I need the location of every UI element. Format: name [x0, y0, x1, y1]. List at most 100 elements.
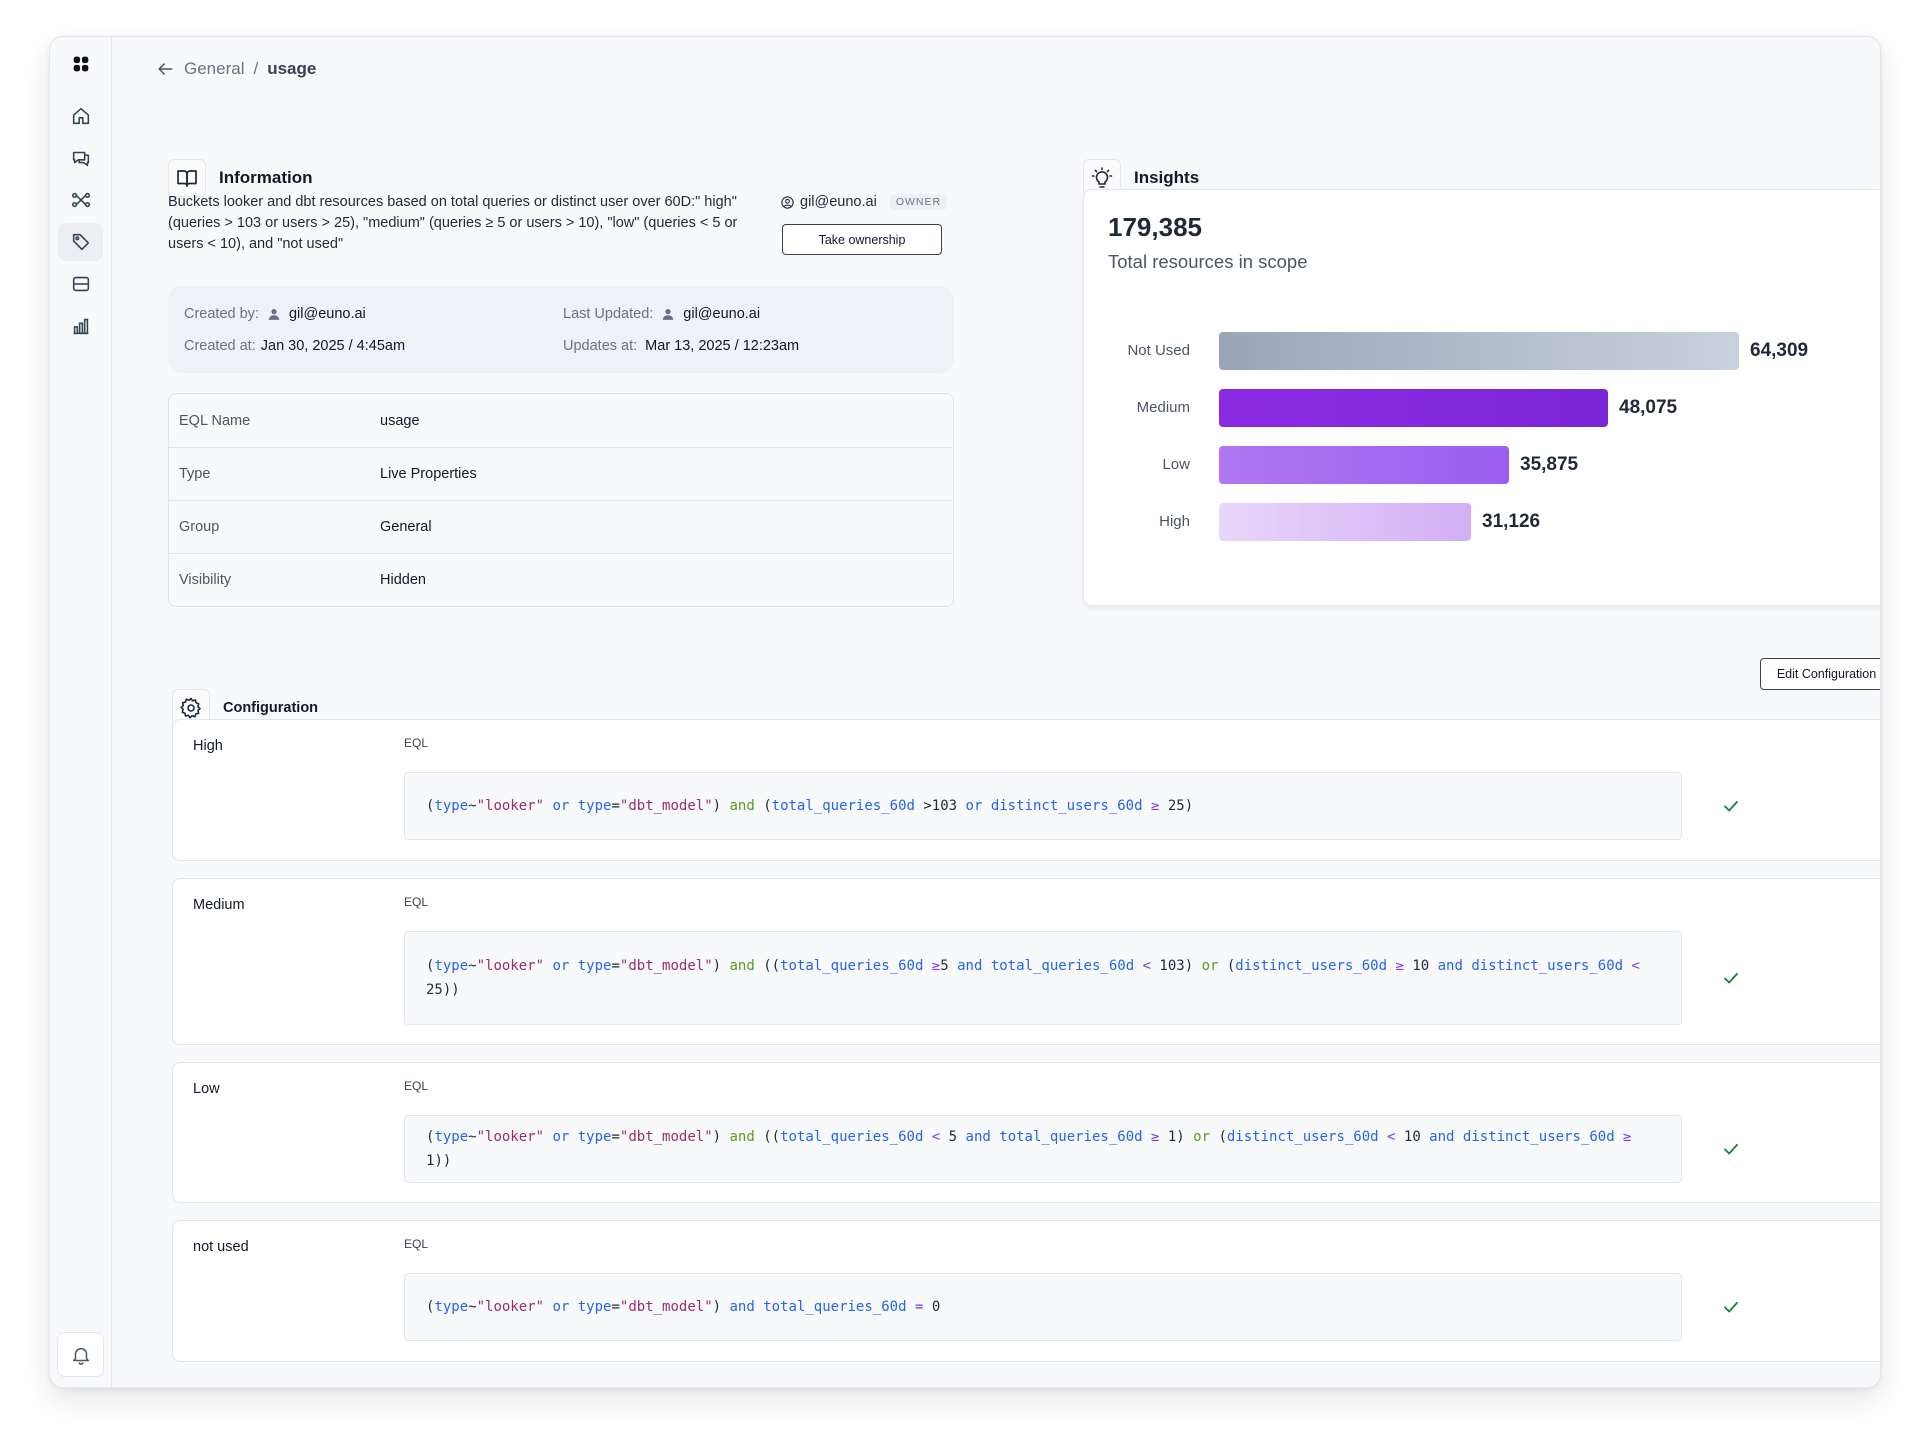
bar-value-label: 64,309: [1750, 340, 1809, 361]
code-token: type: [577, 798, 612, 814]
property-value: General: [380, 519, 432, 535]
take-ownership-button[interactable]: Take ownership: [782, 224, 942, 255]
eql-code: (type~"looker" or type="dbt_model") and …: [426, 794, 1193, 818]
breadcrumb-separator: /: [253, 59, 259, 78]
code-token: distinct_users_60d: [1235, 958, 1388, 974]
last-updated-label: Last Updated:: [563, 306, 654, 322]
eql-code-editor[interactable]: (type~"looker" or type="dbt_model") and …: [404, 1115, 1682, 1183]
code-token: 10: [1412, 958, 1430, 974]
eql-code-editor[interactable]: (type~"looker" or type="dbt_model") and …: [404, 772, 1682, 840]
table-row: EQL Name usage: [169, 394, 953, 447]
bar-label: Not Used: [1127, 342, 1190, 359]
code-token: total_queries_60d: [771, 798, 915, 814]
information-title: Information: [219, 168, 313, 187]
code-token: type: [434, 798, 469, 814]
code-token: =: [611, 958, 620, 974]
code-token: total_queries_60d: [990, 958, 1135, 974]
code-token: ): [1176, 1129, 1194, 1145]
code-token: type: [434, 958, 469, 974]
lineage-icon[interactable]: [58, 181, 103, 219]
owner-badge: OWNER: [889, 194, 948, 210]
storage-icon[interactable]: [58, 265, 103, 303]
properties-table: EQL Name usage Type Live Properties Grou…: [168, 393, 954, 607]
bar-not-used[interactable]: [1219, 332, 1739, 370]
total-resources-value: 179,385: [1108, 212, 1202, 242]
code-token: and: [729, 1299, 755, 1315]
code-token: )): [442, 982, 460, 998]
code-token: ~: [468, 958, 477, 974]
property-key: Visibility: [179, 572, 232, 588]
code-token: total_queries_60d: [763, 1299, 907, 1315]
property-key: Type: [179, 466, 211, 482]
eql-code-editor[interactable]: (type~"looker" or type="dbt_model") and …: [404, 1273, 1682, 1341]
property-key: Group: [179, 519, 220, 535]
bucket-name: Low: [193, 1081, 220, 1097]
code-token: ≥: [1142, 798, 1168, 814]
bucket-name: Medium: [193, 897, 245, 913]
metadata-panel: Created by: gil@euno.ai Created at: Jan …: [168, 286, 954, 373]
code-token: ~: [468, 1129, 477, 1145]
bar-low[interactable]: [1219, 446, 1509, 484]
home-icon[interactable]: [58, 97, 103, 135]
chat-icon[interactable]: [58, 139, 103, 177]
updates-at-value: Mar 13, 2025 / 12:23am: [645, 338, 800, 354]
eql-code: (type~"looker" or type="dbt_model") and …: [426, 1295, 940, 1319]
bar-high[interactable]: [1219, 503, 1471, 541]
bar-value-label: 31,126: [1482, 511, 1541, 532]
analytics-icon[interactable]: [58, 307, 103, 345]
eql-code: (type~"looker" or type="dbt_model") and …: [426, 1125, 1660, 1173]
bar-row: Medium 48,075: [1084, 389, 1880, 427]
code-token: "looker": [476, 798, 545, 814]
code-token: and: [729, 798, 755, 814]
code-token: ~: [468, 798, 477, 814]
bar-label: High: [1159, 513, 1190, 530]
avatar: [661, 307, 675, 321]
configuration-title: Configuration: [223, 700, 319, 716]
code-token: (: [1210, 1129, 1227, 1145]
bar-medium[interactable]: [1219, 389, 1608, 427]
breadcrumb: General / usage: [155, 53, 316, 85]
code-token: 5: [940, 958, 949, 974]
code-token: or: [544, 798, 578, 814]
property-value: Hidden: [380, 572, 426, 588]
code-token: and: [957, 1129, 1000, 1145]
code-token: ): [1184, 798, 1194, 814]
code-token: ): [712, 1129, 730, 1145]
valid-check-icon: [1722, 1298, 1740, 1316]
code-token: "looker": [476, 1299, 545, 1315]
configuration-card: Medium EQL (type~"looker" or type="dbt_mod…: [172, 878, 1880, 1045]
back-arrow-icon[interactable]: [155, 59, 175, 79]
code-token: =: [906, 1299, 932, 1315]
configuration-card: not used EQL (type~"looker" or type="dbt_m…: [172, 1220, 1880, 1362]
code-token: <: [1134, 958, 1160, 974]
code-token: or: [1201, 958, 1219, 974]
notifications-bell-icon[interactable]: [57, 1332, 104, 1377]
valid-check-icon: [1722, 797, 1740, 815]
app-logo-icon[interactable]: [58, 45, 103, 83]
user-circle-icon: [780, 195, 795, 210]
code-token: or: [544, 958, 578, 974]
breadcrumb-parent-link[interactable]: General: [184, 59, 244, 79]
code-token: and: [1429, 958, 1472, 974]
code-token: and: [729, 1129, 755, 1145]
property-key: EQL Name: [179, 412, 251, 429]
edit-configuration-button[interactable]: Edit Configuration: [1760, 658, 1880, 690]
eql-label: EQL: [404, 895, 429, 909]
bar-row: High 31,126: [1084, 503, 1880, 541]
code-token: <: [923, 1129, 949, 1145]
tag-icon[interactable]: [58, 223, 103, 261]
code-token: total_queries_60d: [999, 1129, 1143, 1145]
bar-label: Medium: [1136, 399, 1190, 416]
code-token: 103: [1159, 958, 1185, 974]
code-token: total_queries_60d: [780, 1129, 924, 1145]
valid-check-icon: [1722, 969, 1740, 987]
valid-check-icon: [1722, 1140, 1740, 1158]
code-token: ≥: [1142, 1129, 1168, 1145]
updates-at-label: Updates at:: [563, 338, 638, 354]
code-token: or: [957, 798, 991, 814]
code-token: =: [611, 1129, 620, 1145]
eql-code-editor[interactable]: (type~"looker" or type="dbt_model") and …: [404, 931, 1682, 1025]
code-token: )): [434, 1153, 452, 1169]
code-token: (: [1218, 958, 1236, 974]
avatar: [267, 307, 281, 321]
